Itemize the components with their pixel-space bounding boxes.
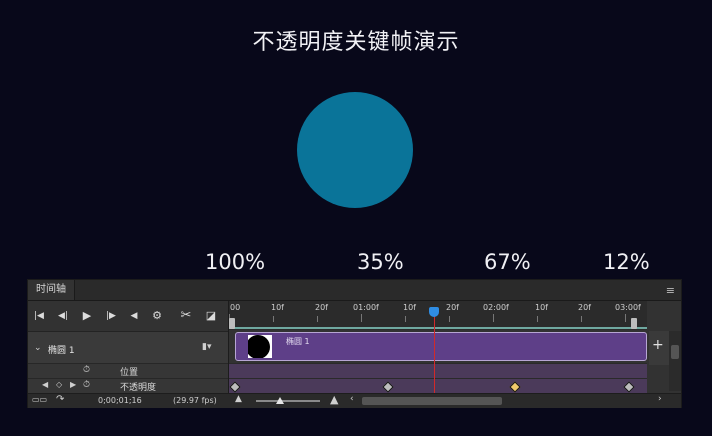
zoom-in-icon[interactable]: ▲ — [330, 393, 338, 406]
layer-row[interactable]: ⌄ 椭圆 1 ▮▾ — [28, 331, 228, 366]
time-ruler[interactable]: 00 10f 20f 01:00f 10f 20f 02:00f 10f 20f… — [229, 301, 647, 330]
opacity-track[interactable] — [229, 378, 647, 394]
stopwatch-icon[interactable]: ⏱ — [83, 380, 90, 390]
zoom-slider[interactable] — [256, 400, 320, 402]
vertical-scrollbar[interactable] — [669, 331, 681, 391]
timeline-header: 时间轴 ≡ — [28, 280, 681, 301]
ruler-label: 02:00f — [483, 303, 509, 312]
opacity-label-3: 67% — [484, 250, 531, 274]
circle-shape — [297, 92, 413, 208]
opacity-label-2: 35% — [357, 250, 404, 274]
property-label: 不透明度 — [120, 383, 157, 393]
work-area-bar[interactable] — [229, 327, 647, 329]
render-options-icon[interactable]: ▭▭ — [32, 395, 47, 404]
page-title: 不透明度关键帧演示 — [252, 30, 460, 55]
ruler-tick — [317, 316, 318, 322]
ruler-label: 01:00f — [353, 303, 379, 312]
fps-readout: (29.97 fps) — [173, 396, 217, 405]
add-media-button[interactable]: + — [652, 337, 664, 353]
previous-keyframe-icon[interactable]: ◀ — [42, 380, 48, 389]
ruler-label: 20f — [315, 303, 328, 312]
thumbnail-disc — [248, 335, 270, 358]
ruler-label: 00 — [230, 303, 241, 312]
next-frame-icon[interactable]: |▶ — [103, 308, 119, 324]
ruler-label: 20f — [578, 303, 591, 312]
settings-icon[interactable]: ⚙ — [149, 308, 165, 324]
layer-clip[interactable]: 椭圆 1 — [235, 332, 647, 361]
panel-menu-icon[interactable]: ≡ — [666, 284, 675, 297]
ruler-tick — [273, 316, 274, 322]
clip-name: 椭圆 1 — [286, 337, 310, 346]
chevron-down-icon[interactable]: ⌄ — [34, 343, 42, 353]
property-label: 位置 — [120, 368, 139, 378]
ruler-tick — [537, 316, 538, 322]
property-row-position[interactable]: ⏱ 位置 — [28, 363, 228, 379]
timeline-tab[interactable]: 时间轴 — [28, 280, 75, 300]
position-track[interactable] — [229, 363, 647, 379]
stopwatch-icon[interactable]: ⏱ — [83, 365, 90, 375]
ruler-label: 10f — [403, 303, 416, 312]
work-area-end-handle[interactable] — [631, 318, 637, 329]
opacity-label-4: 12% — [603, 250, 650, 274]
split-scissors-icon[interactable]: ✂ — [178, 308, 194, 324]
previous-frame-icon[interactable]: ◀| — [55, 308, 71, 324]
ruler-tick — [361, 314, 362, 322]
playhead-line — [434, 316, 435, 394]
scroll-thumb[interactable] — [671, 345, 679, 359]
playhead-handle[interactable] — [429, 307, 439, 317]
zoom-out-icon[interactable]: ▲ — [235, 394, 242, 404]
add-keyframe-icon[interactable]: ◇ — [56, 380, 62, 389]
go-to-first-frame-icon[interactable]: |◀ — [31, 308, 47, 324]
ruler-label: 10f — [271, 303, 284, 312]
scroll-right-icon[interactable]: › — [658, 394, 662, 404]
layer-name: 椭圆 1 — [48, 346, 75, 356]
timeline-footer: ▭▭ ↷ 0;00;01;16 (29.97 fps) ▲ ▲ ‹ › — [28, 393, 681, 408]
opacity-label-1: 100% — [205, 250, 266, 274]
play-icon[interactable]: ▶ — [79, 308, 95, 324]
horizontal-scroll-thumb[interactable] — [362, 397, 502, 405]
timecode[interactable]: 0;00;01;16 — [98, 396, 142, 405]
next-keyframe-icon[interactable]: ▶ — [70, 380, 76, 389]
audio-icon[interactable]: ◀ — [126, 308, 142, 324]
ruler-tick — [625, 314, 626, 322]
clip-thumbnail — [248, 335, 272, 358]
ruler-label: 03:00f — [615, 303, 641, 312]
film-strip-icon[interactable]: ▮▾ — [202, 342, 218, 354]
work-area-start-handle[interactable] — [229, 318, 235, 329]
property-row-opacity[interactable]: ◀ ◇ ▶ ⏱ 不透明度 — [28, 378, 228, 394]
transition-icon[interactable]: ◪ — [203, 308, 219, 324]
timeline-panel: 时间轴 ≡ |◀ ◀| ▶ |▶ ◀ ⚙ ✂ ◪ 00 10f 20f 01:0… — [27, 279, 682, 408]
ruler-label: 10f — [535, 303, 548, 312]
export-arrow-icon[interactable]: ↷ — [56, 394, 64, 405]
ruler-tick — [405, 316, 406, 322]
zoom-slider-thumb[interactable] — [276, 397, 284, 404]
ruler-label: 20f — [446, 303, 459, 312]
ruler-tick — [581, 316, 582, 322]
scroll-left-icon[interactable]: ‹ — [350, 394, 354, 404]
ruler-tick — [449, 316, 450, 322]
ruler-tick — [493, 314, 494, 322]
playback-controls: |◀ ◀| ▶ |▶ ◀ ⚙ ✂ ◪ — [28, 301, 228, 331]
